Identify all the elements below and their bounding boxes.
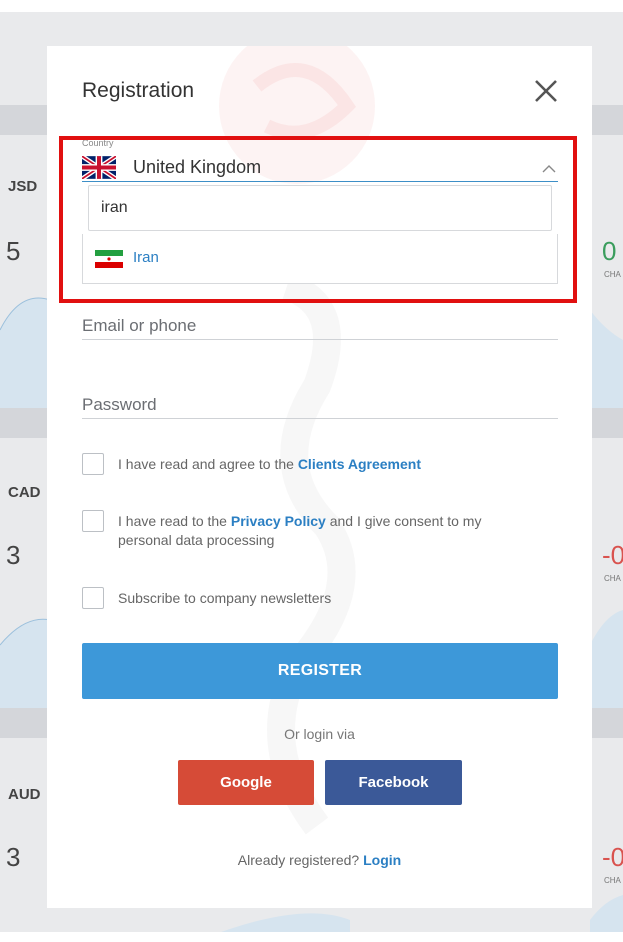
iran-flag-icon [95, 250, 123, 268]
country-select[interactable]: United Kingdom [82, 152, 558, 182]
bg-pair-change: -0 [602, 540, 623, 570]
already-registered-text: Already registered? Login [47, 852, 592, 868]
bg-bottom-strip [0, 932, 623, 942]
facebook-login-button[interactable]: Facebook [325, 760, 462, 805]
register-button[interactable]: REGISTER [82, 643, 558, 699]
login-link[interactable]: Login [363, 852, 401, 868]
bg-pair-change: -0 [602, 842, 623, 872]
privacy-policy-checkbox[interactable] [82, 510, 104, 532]
bg-pair-label: AUD [8, 786, 41, 803]
clients-agreement-checkbox[interactable] [82, 453, 104, 475]
email-or-phone-field[interactable] [82, 312, 558, 340]
privacy-policy-text: I have read to the Privacy Policy and I … [118, 512, 538, 550]
clients-agreement-prefix: I have read and agree to the [118, 456, 298, 472]
already-registered-prefix: Already registered? [237, 852, 364, 868]
uk-flag-icon [82, 156, 116, 179]
bg-top-strip [0, 0, 623, 12]
country-label: Country [82, 138, 114, 148]
modal-title: Registration [82, 79, 195, 102]
bg-pair-value: 3 [6, 842, 21, 872]
bg-pair-value: 3 [6, 540, 21, 570]
newsletter-row: Subscribe to company newsletters [82, 587, 552, 611]
privacy-policy-link[interactable]: Privacy Policy [231, 513, 326, 529]
country-option-label: Iran [133, 249, 159, 266]
close-icon [535, 80, 557, 102]
newsletter-text: Subscribe to company newsletters [118, 590, 332, 606]
bg-pair-label: CAD [8, 484, 41, 501]
bg-pair-value: 5 [6, 236, 21, 266]
google-login-button[interactable]: Google [178, 760, 314, 805]
chevron-up-icon[interactable] [542, 164, 556, 174]
registration-modal: Registration Country United Kingdom iran… [47, 46, 592, 908]
country-selected-value: United Kingdom [133, 157, 262, 177]
clients-agreement-link[interactable]: Clients Agreement [298, 456, 421, 472]
clients-agreement-row: I have read and agree to the Clients Agr… [82, 453, 552, 477]
country-dropdown-list: Iran [82, 234, 558, 284]
country-search-input[interactable] [88, 185, 552, 231]
password-field[interactable] [82, 391, 558, 419]
privacy-policy-row: I have read to the Privacy Policy and I … [82, 510, 552, 552]
privacy-prefix: I have read to the [118, 513, 231, 529]
country-option-iran[interactable]: Iran [95, 248, 295, 272]
close-button[interactable] [531, 76, 561, 106]
bg-pair-change: 0 [602, 236, 617, 266]
bg-pair-label: JSD [8, 178, 38, 195]
or-login-text: Or login via [284, 726, 355, 742]
clients-agreement-text: I have read and agree to the Clients Agr… [118, 455, 538, 474]
newsletter-checkbox[interactable] [82, 587, 104, 609]
